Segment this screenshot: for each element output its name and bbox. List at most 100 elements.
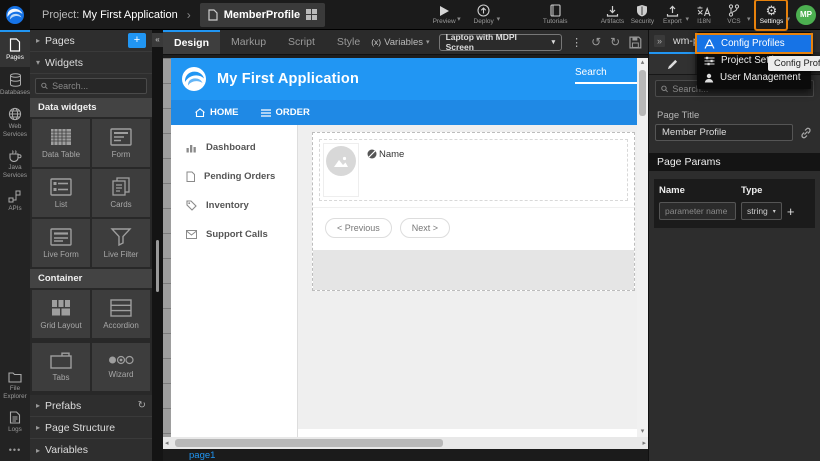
- canvas-vertical-scrollbar[interactable]: ▴ ▾: [637, 58, 648, 437]
- column-type: Type: [741, 185, 762, 196]
- menu-item-user-management[interactable]: User Management: [697, 69, 811, 86]
- bound-field-name[interactable]: Name: [367, 143, 404, 197]
- add-page-button[interactable]: +: [128, 33, 146, 48]
- left-panel-scrollbar[interactable]: [156, 240, 159, 292]
- sidebar-item-logs[interactable]: Logs: [0, 405, 30, 439]
- add-param-button[interactable]: +: [787, 204, 795, 219]
- preview-chevron-icon[interactable]: ▾: [457, 15, 461, 23]
- widget-data-table[interactable]: Data Table: [32, 119, 90, 167]
- side-nav-dashboard[interactable]: Dashboard: [171, 133, 297, 162]
- tab-script[interactable]: Script: [277, 30, 326, 54]
- upload-icon: [666, 5, 679, 17]
- widget-accordion[interactable]: Accordion: [92, 290, 150, 338]
- scroll-up-icon[interactable]: ▴: [641, 58, 645, 68]
- tab-style[interactable]: Style: [326, 30, 371, 54]
- widget-list[interactable]: List: [32, 169, 90, 217]
- widget-grid-layout[interactable]: Grid Layout: [32, 290, 90, 338]
- export-button[interactable]: Export: [657, 1, 687, 29]
- menu-item-config-profiles[interactable]: Config Profiles: [697, 35, 811, 52]
- sidebar-item-file-explorer[interactable]: File Explorer: [0, 365, 30, 405]
- param-name-input[interactable]: [659, 202, 736, 220]
- side-nav-inventory[interactable]: Inventory: [171, 191, 297, 220]
- empty-content-band: [313, 250, 634, 290]
- widget-search[interactable]: [35, 78, 147, 94]
- nav-item-order[interactable]: ORDER: [261, 107, 310, 118]
- settings-button[interactable]: ⚙ Settings: [754, 0, 788, 31]
- page-icon: [9, 38, 21, 52]
- deploy-button[interactable]: Deploy: [469, 1, 499, 29]
- picture-icon: [333, 155, 349, 168]
- vcs-chevron-icon[interactable]: ▾: [747, 15, 751, 23]
- tab-design[interactable]: Design: [163, 30, 220, 54]
- prefabs-section-header[interactable]: ▸ Prefabs ↻: [30, 395, 152, 417]
- more-options-button[interactable]: •••: [0, 439, 30, 461]
- preview-footer: [298, 429, 637, 437]
- redo-icon[interactable]: ↻: [610, 35, 620, 49]
- variables-dropdown[interactable]: (x) Variables ▾: [371, 37, 429, 48]
- expand-panel-button[interactable]: »: [654, 35, 665, 47]
- widgets-section-header[interactable]: ▾ Widgets: [30, 52, 152, 74]
- widget-form[interactable]: Form: [92, 119, 150, 167]
- list-item-template[interactable]: Name: [319, 139, 628, 201]
- canvas-horizontal-scrollbar[interactable]: ◂ ▸: [163, 437, 648, 449]
- side-nav-support-calls[interactable]: Support Calls: [171, 220, 297, 249]
- scroll-left-icon[interactable]: ◂: [163, 439, 171, 447]
- page1-tab[interactable]: page1: [189, 450, 215, 461]
- tab-properties-edit[interactable]: [649, 52, 695, 74]
- page-structure-section-header[interactable]: ▸ Page Structure: [30, 417, 152, 439]
- kebab-menu-icon[interactable]: ⋮: [571, 36, 582, 49]
- tutorials-button[interactable]: Tutorials: [540, 1, 570, 29]
- side-nav-pending-orders[interactable]: Pending Orders: [171, 162, 297, 191]
- list-widget-container[interactable]: Name < Previous Next >: [312, 132, 635, 291]
- device-selector[interactable]: Laptop with MDPI Screen ▾: [439, 34, 563, 51]
- widget-search-input[interactable]: [52, 81, 141, 91]
- project-label: Project:: [42, 9, 79, 21]
- param-type-select[interactable]: string ▾: [741, 202, 782, 220]
- vertical-ruler: [163, 58, 171, 437]
- i18n-button[interactable]: I18N: [689, 1, 719, 29]
- sidebar-item-pages[interactable]: Pages: [0, 30, 30, 67]
- widget-live-filter[interactable]: Live Filter: [92, 219, 150, 267]
- variables-section-header[interactable]: ▸ Variables: [30, 439, 152, 461]
- sidebar-item-apis[interactable]: APIs: [0, 184, 30, 218]
- widget-cards[interactable]: Cards: [92, 169, 150, 217]
- widget-wizard[interactable]: Wizard: [92, 343, 150, 391]
- sidebar-item-web-services[interactable]: Web Services: [0, 101, 30, 143]
- scroll-right-icon[interactable]: ▸: [640, 439, 648, 447]
- gear-icon: ⚙: [766, 4, 778, 17]
- download-icon: [606, 5, 619, 17]
- save-icon[interactable]: [629, 36, 642, 49]
- tab-markup[interactable]: Markup: [220, 30, 277, 54]
- refresh-icon[interactable]: ↻: [138, 400, 146, 411]
- config-profiles-icon: [704, 39, 715, 49]
- nav-item-home[interactable]: HOME: [195, 107, 239, 118]
- user-avatar[interactable]: MP: [796, 5, 816, 25]
- pages-section-header[interactable]: ▸ Pages +: [30, 30, 152, 52]
- bar-chart-icon: [186, 143, 197, 153]
- security-button[interactable]: Security: [627, 1, 657, 29]
- panel-collapse-strip: «: [152, 30, 163, 461]
- scroll-down-icon[interactable]: ▾: [641, 427, 645, 437]
- artifacts-button[interactable]: Artifacts: [597, 1, 627, 29]
- grid-icon[interactable]: [306, 9, 317, 20]
- previous-button[interactable]: < Previous: [325, 218, 392, 238]
- widget-tabs[interactable]: Tabs: [32, 343, 90, 391]
- page-title-input[interactable]: [655, 124, 793, 141]
- vcs-button[interactable]: VCS: [719, 1, 749, 29]
- next-button[interactable]: Next >: [400, 218, 450, 238]
- widget-live-form[interactable]: Live Form: [32, 219, 90, 267]
- page-params-header: Page Params: [649, 153, 820, 171]
- bind-link-icon[interactable]: [800, 127, 812, 139]
- sidebar-item-databases[interactable]: Databases: [0, 67, 30, 102]
- undo-icon[interactable]: ↺: [591, 35, 601, 49]
- app-search[interactable]: Search: [575, 67, 637, 84]
- preview-button[interactable]: Preview: [429, 1, 459, 29]
- settings-chevron-icon[interactable]: ▾: [786, 15, 790, 23]
- sidebar-item-java-services[interactable]: Java Services: [0, 143, 30, 184]
- folder-icon: [8, 371, 22, 383]
- column-name: Name: [659, 185, 741, 196]
- collapse-left-panel-button[interactable]: «: [152, 33, 163, 47]
- wavemaker-logo-icon[interactable]: [0, 0, 30, 30]
- open-page-tab[interactable]: MemberProfile: [200, 3, 325, 27]
- deploy-chevron-icon[interactable]: ▾: [497, 15, 501, 23]
